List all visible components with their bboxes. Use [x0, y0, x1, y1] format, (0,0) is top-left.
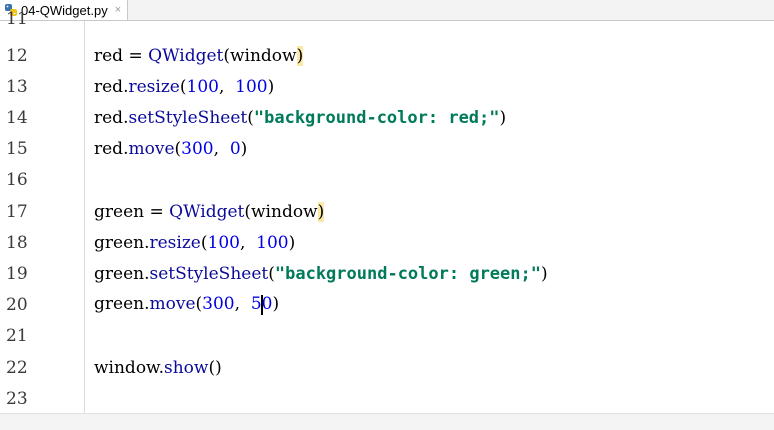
code-text: red = QWidget(window) [94, 45, 304, 66]
line-number: 16 [6, 169, 28, 190]
line-number: 14 [6, 107, 28, 128]
code-line: 12 red = QWidget(window) [0, 40, 774, 71]
code-text: green.move(300, 50) [94, 294, 280, 315]
bracket-highlight: ) [296, 45, 304, 66]
line-number: 18 [6, 232, 28, 253]
code-line: 13 red.resize(100, 100) [0, 71, 774, 102]
code-line: 17 green = QWidget(window) [0, 196, 774, 227]
code-line: 11 [0, 3, 774, 34]
code-text: red.resize(100, 100) [94, 76, 275, 97]
line-number: 22 [6, 357, 28, 378]
code-text: red.setStyleSheet("background-color: red… [94, 107, 507, 128]
code-line: 21 [0, 320, 774, 351]
code-line: 19 green.setStyleSheet("background-color… [0, 258, 774, 289]
code-line: 16 [0, 164, 774, 195]
line-number: 21 [6, 325, 28, 346]
code-line: 15 red.move(300, 0) [0, 133, 774, 164]
code-line: 20 green.move(300, 50) [0, 289, 774, 320]
code-text: red.move(300, 0) [94, 138, 248, 159]
code-line: 23 [0, 383, 774, 414]
horizontal-scrollbar[interactable] [0, 413, 774, 430]
line-number: 12 [6, 45, 28, 66]
code-editor[interactable]: 11 12 red = QWidget(window) 13 red.resiz… [0, 9, 774, 430]
code-line: 18 green.resize(100, 100) [0, 227, 774, 258]
bracket-highlight: ) [317, 201, 325, 222]
code-line: 22 window.show() [0, 352, 774, 383]
line-number: 20 [6, 294, 28, 315]
line-number: 13 [6, 76, 28, 97]
line-number: 19 [6, 263, 28, 284]
line-number: 17 [6, 201, 28, 222]
line-number: 15 [6, 138, 28, 159]
code-text: green.setStyleSheet("background-color: g… [94, 263, 548, 284]
code-line: 14 red.setStyleSheet("background-color: … [0, 102, 774, 133]
code-text: green.resize(100, 100) [94, 232, 296, 253]
code-text: window.show() [94, 357, 222, 378]
code-text: green = QWidget(window) [94, 201, 325, 222]
line-number: 11 [6, 8, 28, 29]
line-number: 23 [6, 388, 28, 409]
